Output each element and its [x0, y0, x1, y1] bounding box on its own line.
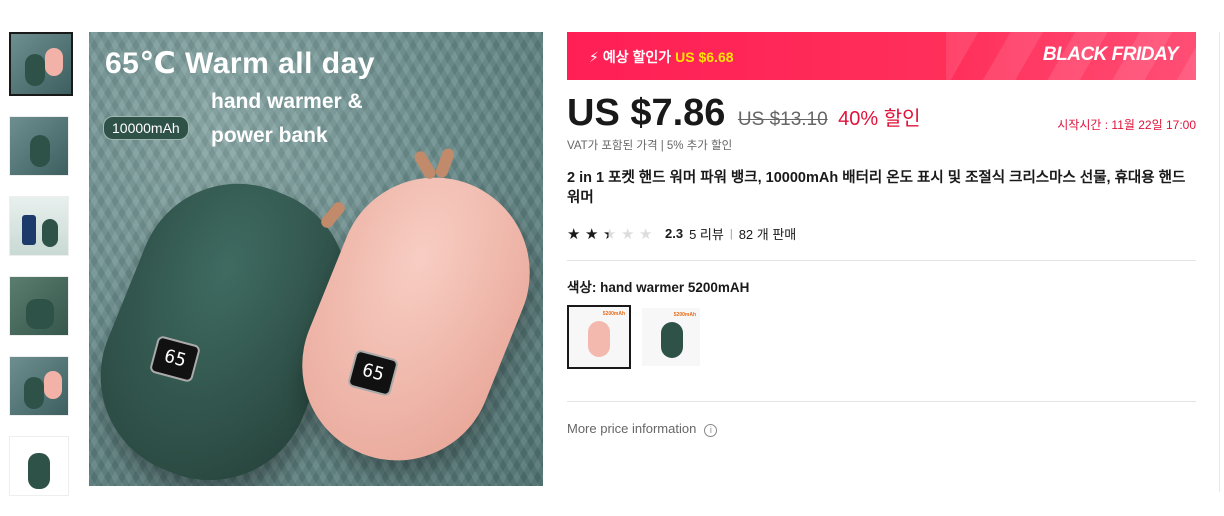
main-product-image[interactable]: 65 65 65℃ Warm all day hand warmer & pow… — [89, 32, 543, 486]
discount-label: 40% 할인 — [838, 108, 921, 130]
star-icon: ★ — [621, 225, 635, 243]
thumbnail-4[interactable] — [9, 276, 69, 336]
image-subline-2: power bank — [211, 124, 328, 147]
thumbnail-2[interactable] — [9, 116, 69, 176]
original-price: US $13.10 — [737, 109, 828, 130]
current-price: US $7.86 — [567, 92, 726, 134]
thumbnail-3[interactable] — [9, 196, 69, 256]
variant-option-pink[interactable]: 5200mAh — [567, 305, 631, 369]
separator: | — [729, 227, 733, 240]
info-icon: i — [704, 424, 718, 437]
lightning-icon: ⚡ — [589, 49, 599, 65]
variant-option-green[interactable]: 5200mAh — [641, 307, 701, 367]
star-icon: ★ — [585, 225, 599, 243]
thumbnail-5[interactable] — [9, 356, 69, 416]
thumbnail-6[interactable] — [9, 436, 69, 496]
more-price-label: More price information — [567, 421, 697, 436]
price-row: US $7.86 US $13.10 40% 할인 시작시간 : 11월 22일… — [567, 92, 1196, 136]
vat-note: VAT가 포함된 가격 | 5% 추가 할인 — [567, 140, 733, 152]
capacity-badge: 10000mAh — [103, 116, 189, 140]
image-headline: 65℃ Warm all day — [105, 47, 375, 80]
banner-prefix: 예상 할인가 — [602, 49, 672, 65]
review-count-link[interactable]: 5 리뷰 — [689, 224, 724, 243]
star-icon: ★ — [639, 225, 653, 243]
variant-label: 색상: hand warmer 5200mAH — [567, 280, 750, 295]
divider — [567, 401, 1196, 402]
black-friday-label: BLACK FRIDAY — [1042, 44, 1179, 65]
right-edge-divider — [1219, 32, 1220, 492]
star-rating[interactable]: ★ ★ ★ ★ ★ — [567, 225, 657, 243]
sold-count: 82 개 판매 — [738, 227, 797, 242]
promo-banner: ⚡ 예상 할인가 US $6.68 BLACK FRIDAY — [567, 32, 1196, 80]
star-icon: ★ — [567, 225, 581, 243]
thumbnail-list — [9, 32, 73, 516]
banner-price: US $6.68 — [675, 49, 734, 65]
divider — [567, 260, 1196, 261]
thumbnail-1[interactable] — [9, 32, 73, 96]
star-icon: ★ — [603, 225, 621, 243]
sale-start-time: 시작시간 : 11월 22일 17:00 — [1057, 118, 1196, 132]
product-title: 2 in 1 포켓 핸드 워머 파워 뱅크, 10000mAh 배터리 온도 표… — [567, 170, 1186, 206]
rating-row: ★ ★ ★ ★ ★ 2.3 5 리뷰 | 82 개 판매 — [567, 224, 796, 243]
image-subline-1: hand warmer & — [211, 90, 363, 113]
rating-score: 2.3 — [665, 226, 684, 241]
more-price-info[interactable]: More price information i — [567, 421, 718, 437]
